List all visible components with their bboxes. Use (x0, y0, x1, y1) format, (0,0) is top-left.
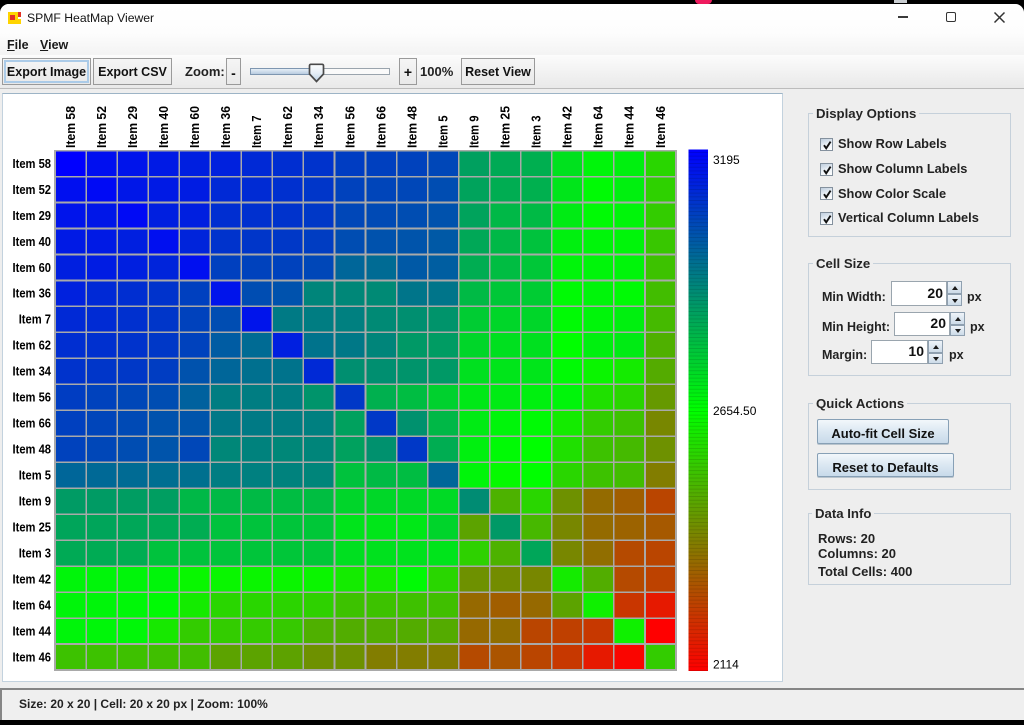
svg-text:Item 3: Item 3 (19, 546, 51, 560)
svg-text:Item 60: Item 60 (13, 261, 52, 275)
svg-text:Item 40: Item 40 (13, 235, 52, 249)
svg-text:Item 46: Item 46 (13, 650, 52, 664)
svg-text:Item 44: Item 44 (623, 106, 637, 148)
svg-text:Item 29: Item 29 (126, 106, 140, 148)
svg-text:Item 58: Item 58 (64, 106, 78, 148)
svg-text:Item 9: Item 9 (467, 115, 481, 148)
svg-text:Item 25: Item 25 (499, 106, 513, 148)
svg-text:Item 48: Item 48 (405, 106, 419, 148)
svg-text:Item 56: Item 56 (343, 106, 357, 148)
svg-text:Item 56: Item 56 (13, 391, 52, 405)
svg-text:Item 40: Item 40 (157, 106, 171, 148)
svg-text:Item 36: Item 36 (13, 287, 52, 301)
svg-text:Item 3: Item 3 (530, 115, 544, 148)
svg-text:Item 25: Item 25 (13, 520, 52, 534)
svg-text:2654.50: 2654.50 (713, 404, 757, 418)
svg-text:Item 62: Item 62 (13, 339, 52, 353)
svg-text:Item 5: Item 5 (436, 115, 450, 148)
svg-text:Item 52: Item 52 (95, 106, 109, 148)
svg-text:Item 34: Item 34 (13, 365, 52, 379)
svg-text:Item 64: Item 64 (13, 598, 52, 612)
svg-text:Item 48: Item 48 (13, 443, 52, 457)
svg-text:Item 7: Item 7 (250, 115, 264, 148)
svg-text:2114: 2114 (713, 658, 739, 672)
svg-text:Item 29: Item 29 (13, 209, 52, 223)
svg-text:Item 42: Item 42 (561, 106, 575, 148)
svg-text:Item 60: Item 60 (188, 106, 202, 148)
svg-text:Item 34: Item 34 (312, 106, 326, 148)
svg-text:Item 9: Item 9 (19, 494, 51, 508)
svg-text:Item 5: Item 5 (19, 469, 51, 483)
svg-text:Item 46: Item 46 (654, 106, 668, 148)
svg-text:Item 66: Item 66 (374, 106, 388, 148)
svg-text:Item 36: Item 36 (219, 106, 233, 148)
svg-text:Item 52: Item 52 (13, 183, 52, 197)
svg-text:Item 44: Item 44 (13, 624, 52, 638)
svg-text:Item 64: Item 64 (592, 106, 606, 148)
svg-text:Item 66: Item 66 (13, 417, 52, 431)
svg-text:Item 42: Item 42 (13, 572, 52, 586)
svg-text:Item 7: Item 7 (19, 313, 51, 327)
svg-text:Item 58: Item 58 (13, 157, 52, 171)
svg-text:Item 62: Item 62 (281, 106, 295, 148)
svg-text:3195: 3195 (713, 153, 740, 167)
